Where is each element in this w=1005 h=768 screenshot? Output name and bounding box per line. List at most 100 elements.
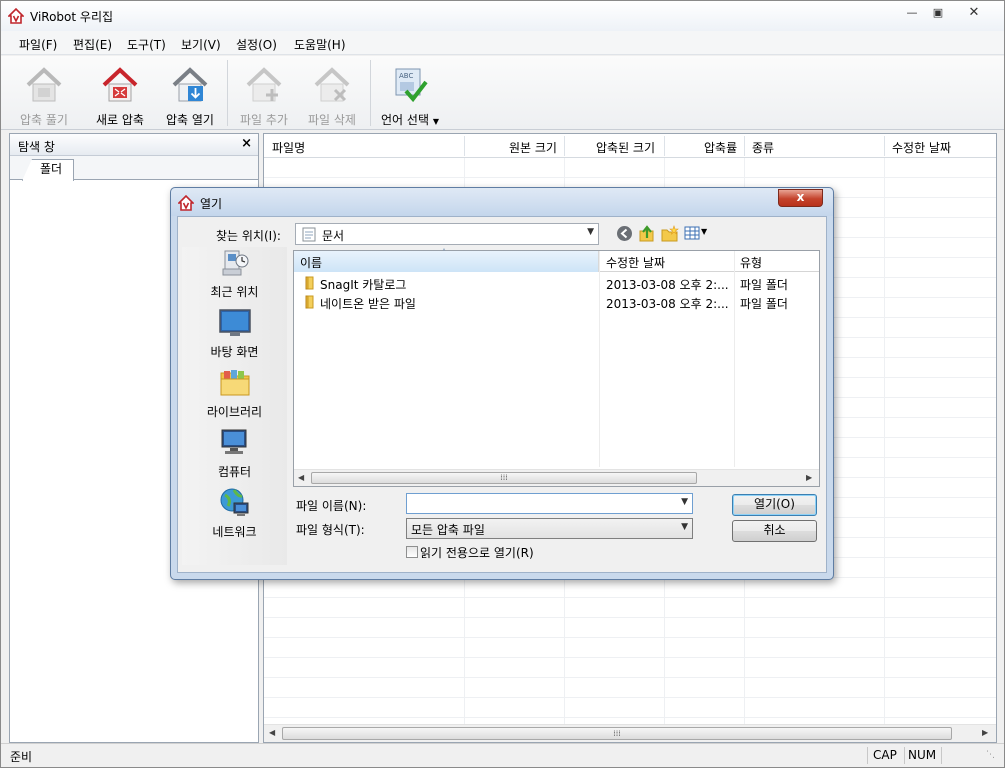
recent-places-icon bbox=[222, 250, 248, 276]
column-name[interactable]: 이름 ˄ bbox=[294, 248, 599, 272]
documents-icon bbox=[302, 227, 316, 242]
scrollbar-thumb[interactable]: ⁞⁞⁞ bbox=[311, 472, 697, 484]
title-bar: ViRobot 우리집 — ▣ ✕ bbox=[1, 1, 1004, 31]
open-button[interactable]: 열기(O) bbox=[732, 494, 817, 516]
folder-icon bbox=[305, 295, 314, 309]
delete-file-button[interactable]: 파일 삭제 bbox=[299, 59, 365, 127]
status-bar: 준비 CAP NUM ⋱ bbox=[1, 743, 1004, 767]
scrollbar-thumb[interactable]: ⁞⁞⁞ bbox=[282, 727, 952, 740]
menu-bar: 파일(F) 편집(E) 도구(T) 보기(V) 설정(O) 도움말(H) bbox=[1, 31, 1004, 55]
minimize-button[interactable]: — bbox=[901, 5, 923, 23]
dialog-horizontal-scrollbar[interactable]: ◀ ⁞⁞⁞ ▶ bbox=[294, 469, 819, 486]
chevron-down-icon: ▼ bbox=[701, 227, 708, 236]
place-desktop[interactable]: 바탕 화면 bbox=[182, 307, 287, 360]
app-logo-icon bbox=[178, 195, 194, 211]
place-computer[interactable]: 컴퓨터 bbox=[182, 427, 287, 480]
scroll-right-icon[interactable]: ▶ bbox=[982, 728, 988, 737]
toolbar: 압축 풀기 새로 압축 압축 열기 파일 추가 파일 삭제 ABC 언어 선택 … bbox=[1, 56, 1004, 130]
column-file-type[interactable]: 유형 bbox=[740, 254, 762, 271]
open-dialog-title: 열기 bbox=[200, 197, 223, 211]
scroll-left-icon[interactable]: ◀ bbox=[298, 473, 304, 482]
file-type: 파일 폴더 bbox=[740, 297, 788, 311]
status-divider bbox=[867, 747, 868, 764]
add-file-button[interactable]: 파일 추가 bbox=[231, 59, 297, 127]
open-dialog: 열기 x 찾는 위치(I): 문서 ▼ ▼ 최근 위치 바탕 화면 라이브러리 … bbox=[170, 187, 834, 580]
desktop-icon bbox=[218, 309, 251, 336]
filename-combo[interactable]: ▼ bbox=[406, 493, 693, 514]
view-menu-button[interactable]: ▼ bbox=[684, 225, 714, 242]
file-row[interactable]: 네이트온 받은 파일 2013-03-08 오후 2:... 파일 폴더 bbox=[294, 293, 819, 312]
menu-help[interactable]: 도움말(H) bbox=[294, 36, 346, 53]
look-in-combo[interactable]: 문서 ▼ bbox=[295, 223, 599, 245]
add-file-icon bbox=[246, 67, 282, 102]
scroll-right-icon[interactable]: ▶ bbox=[806, 473, 812, 482]
explorer-panel-title: 탐색 창 bbox=[18, 140, 55, 154]
resize-grip-icon[interactable]: ⋱ bbox=[986, 750, 995, 760]
dialog-file-header: 이름 ˄ 수정한 날짜 유형 bbox=[294, 248, 819, 272]
cancel-button[interactable]: 취소 bbox=[732, 520, 817, 542]
column-modified-date[interactable]: 수정한 날짜 bbox=[892, 139, 951, 156]
explorer-tab-strip: 폴더 bbox=[10, 156, 258, 181]
menu-tools[interactable]: 도구(T) bbox=[127, 36, 166, 53]
column-filename[interactable]: 파일명 bbox=[272, 139, 305, 156]
delete-file-icon bbox=[314, 67, 350, 102]
column-divider bbox=[464, 136, 465, 156]
open-dialog-title-bar: 열기 x bbox=[171, 188, 833, 216]
chevron-down-icon: ▼ bbox=[681, 497, 688, 507]
place-libraries[interactable]: 라이브러리 bbox=[182, 367, 287, 420]
grid-line bbox=[884, 158, 885, 724]
column-ratio[interactable]: 압축률 bbox=[704, 139, 737, 156]
place-network[interactable]: 네트워크 bbox=[182, 487, 287, 540]
look-in-label: 찾는 위치(I): bbox=[216, 229, 281, 243]
new-archive-house-icon bbox=[102, 67, 138, 102]
dialog-file-view[interactable]: 이름 ˄ 수정한 날짜 유형 SnagIt 카탈로그 2013-03-08 오후… bbox=[293, 248, 820, 487]
file-type: 파일 폴더 bbox=[740, 278, 788, 292]
menu-edit[interactable]: 편집(E) bbox=[73, 36, 112, 53]
network-icon bbox=[220, 488, 248, 516]
chevron-down-icon: ▼ bbox=[587, 227, 594, 237]
menu-file[interactable]: 파일(F) bbox=[19, 36, 57, 53]
dropdown-arrow-icon: ▼ bbox=[432, 117, 439, 126]
column-divider bbox=[744, 136, 745, 156]
status-text: 준비 bbox=[10, 750, 33, 764]
folder-icon bbox=[305, 276, 314, 290]
tab-folder[interactable]: 폴더 bbox=[22, 159, 74, 181]
dialog-close-button[interactable]: x bbox=[778, 189, 823, 207]
file-name: SnagIt 카탈로그 bbox=[320, 278, 407, 292]
look-in-value: 문서 bbox=[322, 229, 345, 243]
column-original-size[interactable]: 원본 크기 bbox=[509, 139, 557, 156]
column-compressed-size[interactable]: 압축된 크기 bbox=[596, 139, 655, 156]
scroll-left-icon[interactable]: ◀ bbox=[269, 728, 275, 737]
open-archive-house-icon bbox=[172, 67, 208, 102]
status-num: NUM bbox=[908, 748, 937, 762]
filetype-select[interactable]: 모든 압축 파일 ▼ bbox=[406, 518, 693, 539]
horizontal-scrollbar[interactable]: ◀ ⁞⁞⁞ ▶ bbox=[264, 724, 996, 742]
extract-button[interactable]: 압축 풀기 bbox=[11, 59, 77, 127]
new-archive-button[interactable]: 새로 압축 bbox=[87, 59, 153, 127]
up-folder-icon[interactable] bbox=[638, 225, 656, 243]
new-folder-icon[interactable] bbox=[661, 225, 679, 243]
column-modified[interactable]: 수정한 날짜 bbox=[606, 254, 665, 271]
menu-settings[interactable]: 설정(O) bbox=[236, 36, 277, 53]
place-recent[interactable]: 최근 위치 bbox=[182, 247, 287, 300]
open-dialog-body: 찾는 위치(I): 문서 ▼ ▼ 최근 위치 바탕 화면 라이브러리 컴퓨터 네… bbox=[177, 216, 827, 573]
explorer-close-icon[interactable]: × bbox=[241, 136, 252, 151]
column-type[interactable]: 종류 bbox=[752, 139, 774, 156]
view-grid-icon bbox=[684, 226, 700, 240]
open-archive-button[interactable]: 압축 열기 bbox=[157, 59, 223, 127]
chevron-down-icon: ▼ bbox=[681, 522, 688, 532]
readonly-checkbox-box[interactable] bbox=[406, 546, 418, 558]
status-cap: CAP bbox=[873, 748, 897, 762]
menu-view[interactable]: 보기(V) bbox=[181, 36, 221, 53]
file-row[interactable]: SnagIt 카탈로그 2013-03-08 오후 2:... 파일 폴더 bbox=[294, 274, 819, 293]
back-icon[interactable] bbox=[616, 225, 633, 242]
maximize-button[interactable]: ▣ bbox=[927, 5, 949, 23]
filetype-value: 모든 압축 파일 bbox=[411, 523, 485, 537]
filetype-label: 파일 형식(T): bbox=[296, 523, 365, 537]
language-check-icon: ABC bbox=[395, 68, 428, 103]
language-select-button[interactable]: ABC 언어 선택 ▼ bbox=[375, 59, 445, 127]
file-list-header: 파일명 원본 크기 압축된 크기 압축률 종류 수정한 날짜 bbox=[264, 134, 996, 158]
column-divider bbox=[564, 136, 565, 156]
close-button[interactable]: ✕ bbox=[963, 5, 985, 23]
app-logo-icon bbox=[8, 8, 24, 24]
